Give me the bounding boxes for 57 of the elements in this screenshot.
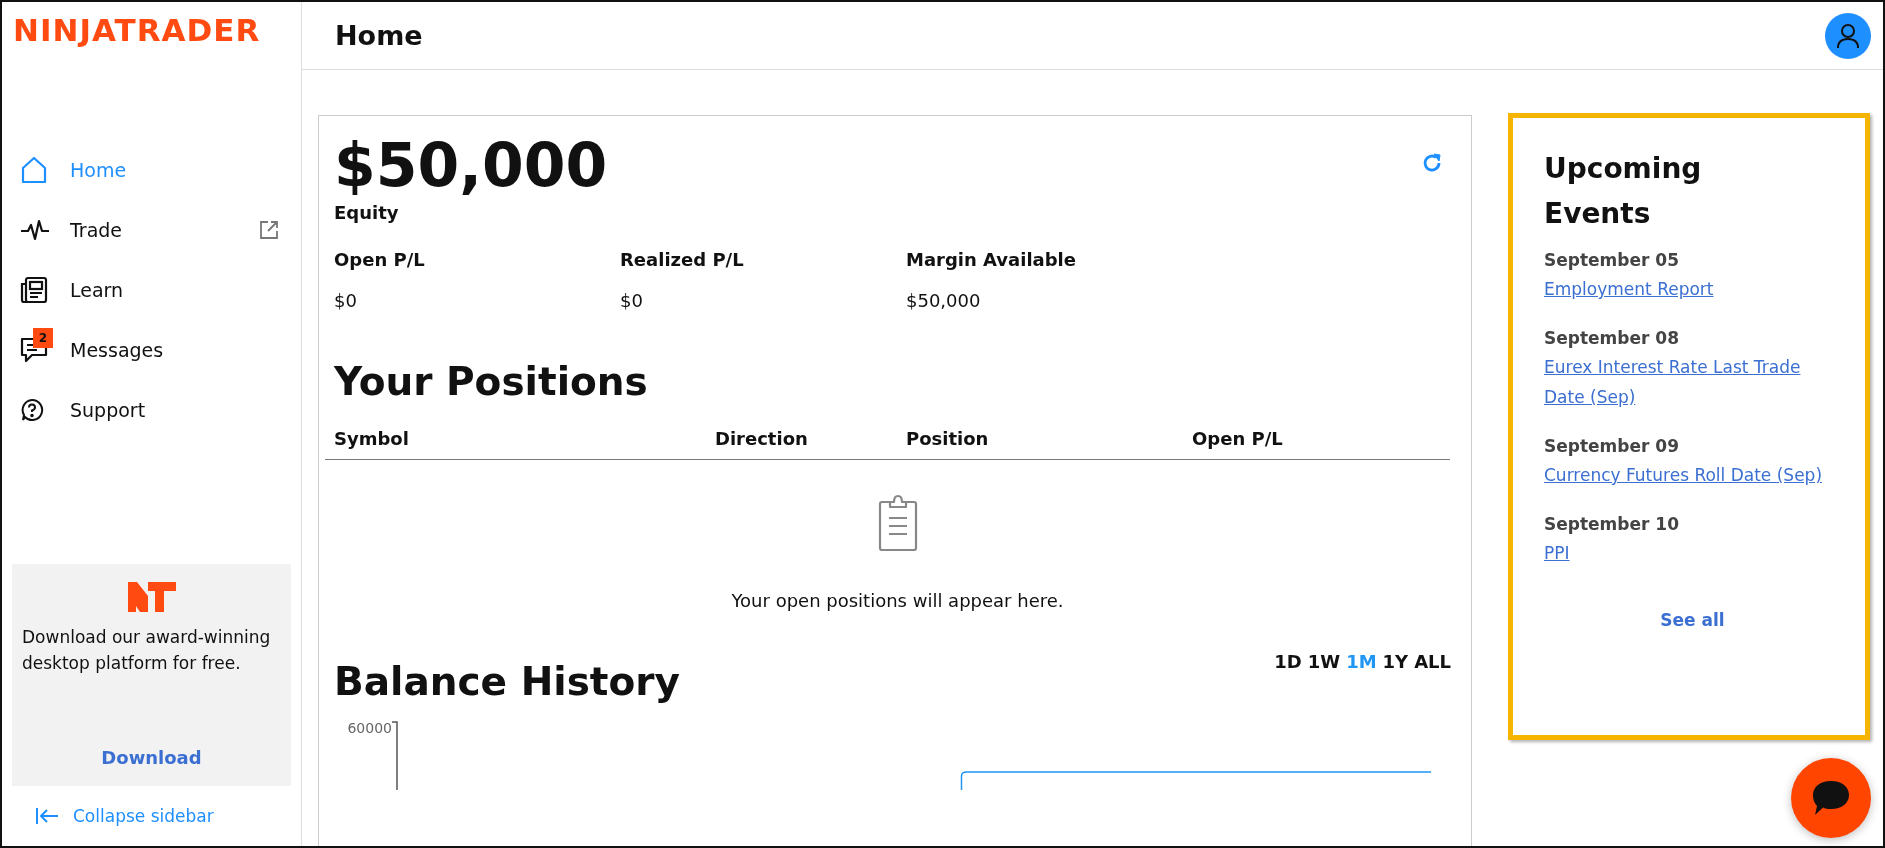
external-link-icon <box>259 220 279 241</box>
range-tab[interactable]: ALL <box>1414 650 1451 672</box>
event-link[interactable]: PPI <box>1544 538 1841 568</box>
equity-value: $50,000 <box>334 132 608 198</box>
section-heading: Balance History <box>334 658 680 706</box>
nav-item[interactable]: 2 Messages <box>2 320 301 381</box>
event-date: September 08 <box>1544 327 1680 350</box>
collapse-arrow-icon <box>35 807 59 825</box>
clipboard-icon <box>877 493 918 552</box>
refresh-icon <box>1421 152 1443 174</box>
stat-label: Realized P/L <box>620 249 745 270</box>
event-date: September 05 <box>1544 249 1680 272</box>
range-tab[interactable]: 1Y <box>1382 650 1409 672</box>
nav-item[interactable]: Support <box>2 380 301 441</box>
y-axis <box>391 720 398 790</box>
pulse-icon <box>20 218 50 243</box>
section-heading: Your Positions <box>334 359 649 406</box>
range-tab[interactable]: 1D <box>1274 650 1302 672</box>
page-title: Home <box>335 20 423 51</box>
nav-item[interactable]: Trade <box>2 200 301 261</box>
chat-button[interactable] <box>1791 758 1871 838</box>
column-header: Direction <box>715 427 809 449</box>
empty-state-message: Your open positions will appear here. <box>731 589 1064 611</box>
column-header: Open P/L <box>1192 427 1284 449</box>
nav-item[interactable]: Home <box>2 140 301 201</box>
column-header: Symbol <box>334 427 410 449</box>
panel-title: Upcoming Events <box>1544 151 1703 232</box>
stat-label: Open P/L <box>334 249 426 270</box>
chat-bubble-icon <box>1811 779 1851 817</box>
event-date: September 09 <box>1544 435 1680 458</box>
event-link[interactable]: Eurex Interest Rate Last Trade Date (Sep) <box>1544 352 1841 412</box>
stat-value: $50,000 <box>906 290 982 311</box>
home-icon <box>20 156 48 185</box>
user-icon <box>1836 22 1860 49</box>
stat-value: $0 <box>334 290 358 311</box>
logo-icon <box>127 582 176 612</box>
brand-logo: NINJATRADER <box>13 12 261 50</box>
range-tab[interactable]: 1M <box>1346 650 1377 672</box>
stat-label: Margin Available <box>906 249 1077 270</box>
range-tab[interactable]: 1W <box>1307 650 1341 672</box>
axis-tick-label: 60000 <box>346 719 392 736</box>
nav-item[interactable]: Learn <box>2 260 301 321</box>
collapse-sidebar-button[interactable]: Collapse sidebar <box>35 796 214 836</box>
event-date: September 10 <box>1544 513 1680 536</box>
refresh-button[interactable] <box>1421 152 1443 174</box>
stat-value: $0 <box>620 290 644 311</box>
user-avatar[interactable] <box>1825 12 1871 59</box>
equity-label: Equity <box>334 202 400 223</box>
download-button[interactable]: Download <box>93 743 210 772</box>
column-header: Position <box>906 427 990 449</box>
promo-text: Download our award-winning desktop platform for free. <box>22 626 272 675</box>
help-icon <box>20 398 44 423</box>
see-all-link[interactable]: See all <box>1652 606 1733 634</box>
newspaper-icon <box>20 276 48 305</box>
event-link[interactable]: Employment Report <box>1544 274 1841 304</box>
count-badge: 2 <box>33 328 53 349</box>
event-link[interactable]: Currency Futures Roll Date (Sep) <box>1544 460 1841 490</box>
